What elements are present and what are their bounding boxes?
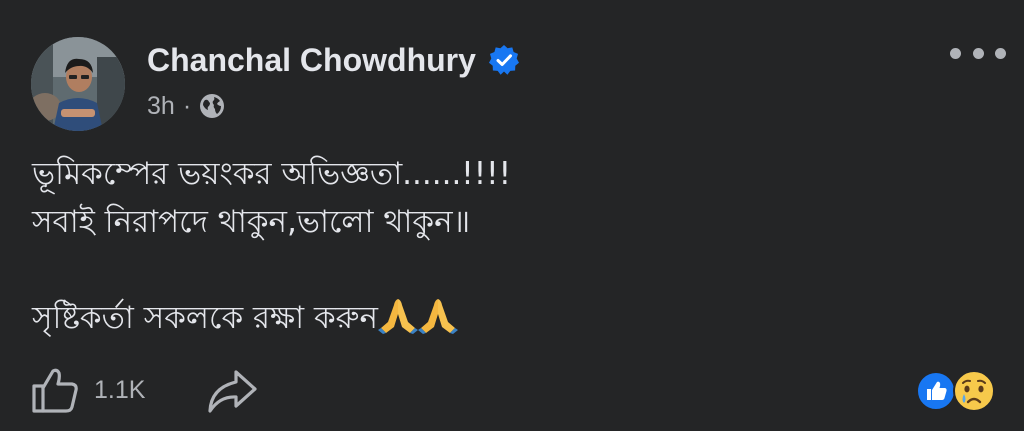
reactions-summary[interactable] [916,369,1000,413]
share-arrow-icon[interactable] [205,366,259,416]
meta-separator: · [182,91,192,120]
post-text: ভূমিকম্পের ভয়ংকর অভিজ্ঞতা......!!!! সবা… [32,150,992,342]
post-line: সৃষ্টিকর্তা সকলকে রক্ষা করুন [32,294,992,342]
sad-reaction-icon [953,370,995,412]
post-meta: 3h · [147,90,225,122]
more-dot [995,47,1006,59]
facebook-post: Chanchal Chowdhury 3h · ভূমিকম্পের ভয়ংক… [0,0,1024,431]
post-time[interactable]: 3h [147,92,175,121]
author-name[interactable]: Chanchal Chowdhury [147,40,476,80]
avatar-photo [31,37,125,131]
more-options-icon[interactable] [950,38,1006,68]
post-line: ভূমিকম্পের ভয়ংকর অভিজ্ঞতা......!!!! [32,156,512,192]
author-avatar[interactable] [31,37,125,131]
like-count[interactable]: 1.1K [94,375,145,405]
post-line: সবাই নিরাপদে থাকুন,ভালো থাকুন॥ [32,204,471,240]
folded-hands-emoji [377,299,418,334]
globe-icon[interactable] [199,93,225,119]
like-reaction-icon [916,371,956,411]
more-dot [972,47,984,59]
folded-hands-emoji [417,299,458,334]
verified-badge-icon [489,45,519,75]
more-dot [950,47,961,59]
thumbs-up-outline-icon[interactable] [30,366,80,414]
post-line-text: সৃষ্টিকর্তা সকলকে রক্ষা করুন [32,300,378,336]
